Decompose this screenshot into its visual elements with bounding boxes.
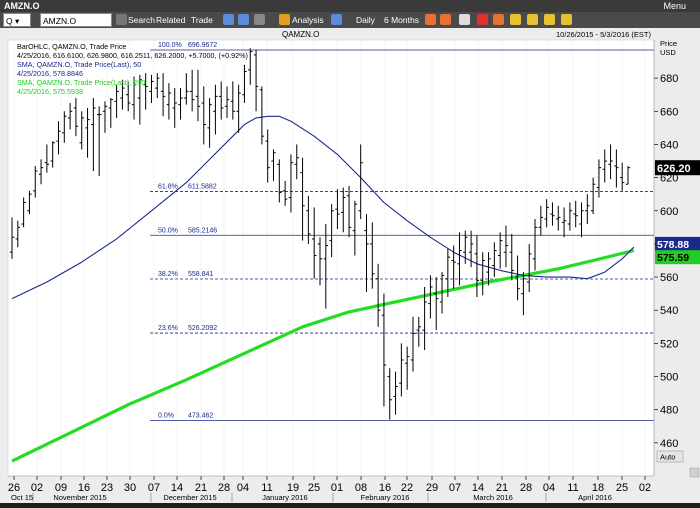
overlay-icon[interactable] [440,14,451,25]
month-label: December 2015 [163,493,216,502]
chart-symbol: QAMZN.O [282,30,319,39]
x-tick-label: 30 [124,482,136,494]
fib-level-value: 585.2146 [188,227,217,234]
toolbar: Q ▾ AMZN.O Search Related Trade Analysis… [0,12,700,28]
x-tick-label: 25 [616,482,628,494]
fib-level-pct: 0.0% [158,413,174,420]
crosshair-icon[interactable] [459,14,470,25]
fib-level-pct: 61.8% [158,184,178,191]
draw-tools-icon[interactable] [331,14,342,25]
trade-menu[interactable]: Trade [191,13,213,27]
auto-scale-button[interactable]: Auto [656,450,684,463]
fib-level-pct: 23.6% [158,325,178,332]
last-price-label: 626.20 [657,163,691,175]
chart-window: AMZN.O Menu Q ▾ AMZN.O Search Related Tr… [0,0,700,503]
menu-button[interactable]: Menu [663,0,686,12]
reset-icon[interactable] [561,14,572,25]
legend-ohlc-title: BarOHLC, QAMZN.O, Trade Price [17,42,126,51]
x-tick-label: 04 [237,482,249,494]
folder-icon[interactable] [254,14,265,25]
month-label: April 2016 [578,493,612,502]
analysis-menu[interactable]: Analysis [292,13,324,27]
y-tick-label: 460 [660,438,678,450]
month-label: February 2016 [361,493,410,502]
x-tick-label: 28 [218,482,230,494]
close-chart-icon[interactable] [477,14,488,25]
y-tick-label: 560 [660,272,678,284]
legend-ohlc-values: 4/25/2016, 616.6100, 626.9800, 616.2511,… [17,51,248,60]
chart-type-icon[interactable] [425,14,436,25]
x-tick-label: 28 [520,482,532,494]
x-tick-label: 02 [639,482,651,494]
x-tick-label: 25 [308,482,320,494]
fib-level-value: 473.462 [188,413,213,420]
quote-dropdown[interactable]: Q ▾ [3,13,31,27]
month-label: November 2015 [53,493,106,502]
month-label: Oct 15 [11,493,33,502]
x-tick-label: 29 [426,482,438,494]
legend-sma50-values: 4/25/2016, 578.8846 [17,69,83,78]
last-price-badge: 626.20 [655,160,700,176]
corner-resize-handle[interactable] [689,467,700,478]
price-chart-svg[interactable]: 100.0% 696.9672 61.8% 611.5882 50.0% 585.2146… [0,28,700,503]
x-tick-label: 11 [567,482,578,494]
fib-level-value: 696.9672 [188,42,217,49]
month-label: March 2016 [473,493,513,502]
search-button[interactable]: Search [128,13,155,27]
fib-level-pct: 100.0% [158,42,182,49]
fib-level-value: 558.841 [188,271,213,278]
redo-icon[interactable] [238,14,249,25]
y-tick-label: 500 [660,372,678,384]
analysis-icon[interactable] [279,14,290,25]
x-tick-label: 07 [449,482,461,494]
y-tick-label: 600 [660,206,678,218]
range-dropdown[interactable]: 6 Months [384,13,419,27]
fib-level-pct: 50.0% [158,227,178,234]
sma200-badge: 575.59 [655,250,700,265]
symbol-input[interactable]: AMZN.O [40,13,112,27]
y-tick-label: 660 [660,106,678,118]
legend-sma200-values: 4/25/2016, 575.5938 [17,87,83,96]
legend-sma200-title: SMA, QAMZN.O, Trade Price(Last), 200 [17,78,145,87]
fib-level-value: 526.2092 [188,325,217,332]
related-menu[interactable]: Related [156,13,185,27]
y-tick-label: 640 [660,139,678,151]
zoom-icon[interactable] [527,14,538,25]
pan-icon[interactable] [510,14,521,25]
x-tick-label: 01 [331,482,343,494]
y-tick-label: 540 [660,305,678,317]
window-titlebar: AMZN.O Menu [0,0,700,12]
scale-icon[interactable] [544,14,555,25]
fib-level-pct: 38.2% [158,271,178,278]
undo-icon[interactable] [223,14,234,25]
sma50-label: 578.88 [657,239,689,251]
sma50-badge: 578.88 [655,236,700,251]
interval-dropdown[interactable]: Daily [356,13,375,27]
price-axis-title: Price [660,39,677,48]
chart-date-range: 10/26/2015 - 5/3/2016 (EST) [556,30,652,39]
fib-level-value: 611.5882 [188,184,217,191]
auto-scale-label[interactable]: Auto [660,453,675,462]
legend-sma50-title: SMA, QAMZN.O, Trade Price(Last), 50 [17,60,141,69]
window-title: AMZN.O [4,1,40,11]
month-label: January 2016 [262,493,307,502]
price-chart[interactable]: 100.0% 696.9672 61.8% 611.5882 50.0% 585.2146… [0,28,700,503]
price-axis-unit: USD [660,48,676,57]
search-icon[interactable] [116,14,127,25]
grid-icon[interactable] [493,14,504,25]
x-tick-label: 07 [148,482,160,494]
y-tick-label: 480 [660,405,678,417]
sma200-label: 575.59 [657,252,689,264]
y-tick-label: 680 [660,73,678,85]
y-tick-label: 520 [660,338,678,350]
x-tick-label: 04 [543,482,555,494]
